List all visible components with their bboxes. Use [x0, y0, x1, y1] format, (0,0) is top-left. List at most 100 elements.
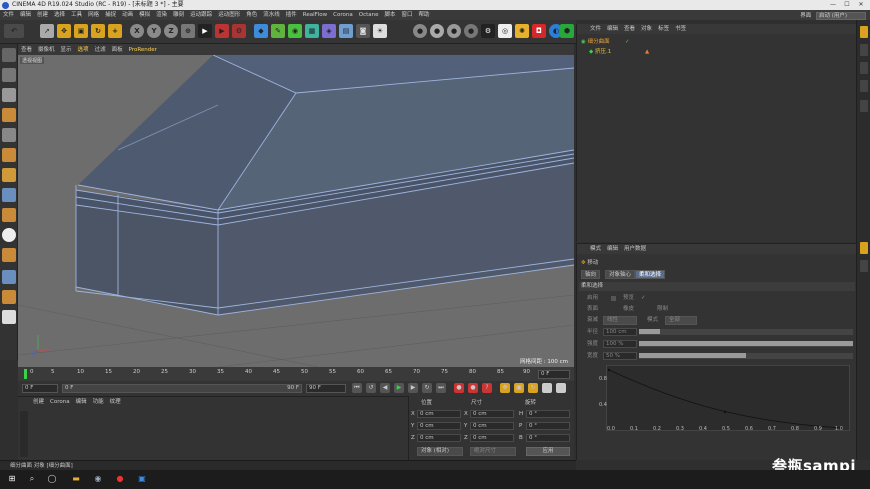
- obj-tags-menu[interactable]: 标签: [655, 26, 672, 32]
- camera-icon[interactable]: ◙: [356, 24, 370, 38]
- go-end-icon[interactable]: ⏭: [436, 383, 446, 393]
- objects-tab-icon[interactable]: [860, 26, 868, 38]
- subdivision-icon[interactable]: ◉: [288, 24, 302, 38]
- structure-tab[interactable]: [860, 62, 868, 74]
- menu-select[interactable]: 选择: [51, 10, 68, 20]
- menu-create[interactable]: 创建: [34, 10, 51, 20]
- obj-file-menu[interactable]: 文件: [587, 26, 604, 32]
- workplane-icon[interactable]: [2, 108, 16, 122]
- keyframe-selection-icon[interactable]: ?: [482, 383, 492, 393]
- octane-sphere-icon[interactable]: ●: [447, 24, 461, 38]
- layers-tab[interactable]: [860, 80, 868, 92]
- close-button[interactable]: ✕: [854, 0, 868, 10]
- obj-bookmarks-menu[interactable]: 书签: [672, 26, 689, 32]
- mat-create-menu[interactable]: 创建: [30, 399, 47, 405]
- width-field[interactable]: 50 %: [603, 352, 637, 360]
- menu-corona[interactable]: Corona: [330, 10, 356, 20]
- prev-key-icon[interactable]: ↺: [366, 383, 376, 393]
- cube-icon[interactable]: ◆: [254, 24, 268, 38]
- make-editable-icon[interactable]: [2, 48, 16, 62]
- menu-file[interactable]: 文件: [0, 10, 17, 20]
- size-z-field[interactable]: 0 cm: [470, 434, 514, 442]
- task-view-icon[interactable]: ◯: [46, 473, 58, 485]
- enable-checkbox[interactable]: [611, 296, 616, 301]
- octane-texture-icon[interactable]: ●: [464, 24, 478, 38]
- autokey-icon[interactable]: ●: [468, 383, 478, 393]
- current-frame-field[interactable]: 0 F: [22, 384, 58, 393]
- model-mode-icon[interactable]: [2, 68, 16, 82]
- render-picture-viewer-icon[interactable]: ▶: [215, 24, 229, 38]
- position-x-field[interactable]: 0 cm: [417, 410, 461, 418]
- vp-display-menu[interactable]: 显示: [58, 47, 75, 53]
- coords-mode-dropdown[interactable]: 对象 (相对): [417, 447, 463, 456]
- octane-sun-icon[interactable]: ✺: [515, 24, 529, 38]
- octane-tag-icon[interactable]: ⬢: [560, 24, 574, 38]
- octane-sky-icon[interactable]: ◎: [498, 24, 512, 38]
- file-explorer-icon[interactable]: ▬: [70, 473, 82, 485]
- light-icon[interactable]: ☀: [373, 24, 387, 38]
- octane-material-icon[interactable]: ●: [430, 24, 444, 38]
- size-x-field[interactable]: 0 cm: [470, 410, 514, 418]
- menu-render[interactable]: 渲染: [153, 10, 170, 20]
- menu-sculpt[interactable]: 雕刻: [170, 10, 187, 20]
- minimize-button[interactable]: —: [826, 0, 840, 10]
- obj-objects-menu[interactable]: 对象: [638, 26, 655, 32]
- size-mode-dropdown[interactable]: 绝对尺寸: [470, 447, 516, 456]
- array-icon[interactable]: ▦: [305, 24, 319, 38]
- timeline[interactable]: 0 5 10 15 20 25 30 35 40 45 50 55 60 65 …: [18, 367, 574, 381]
- prev-frame-icon[interactable]: ◀: [380, 383, 390, 393]
- menu-pipeline[interactable]: 流水线: [260, 10, 283, 20]
- falloff-graph[interactable]: 0.8 0.4 0.0 0.1 0.2 0.3 0.4 0.5 0.6 0.7 …: [599, 365, 850, 432]
- recorder-taskbar-icon[interactable]: ●: [114, 473, 126, 485]
- layout-value[interactable]: 启动 (用户): [816, 12, 866, 20]
- content-browser-tab[interactable]: [860, 44, 868, 56]
- falloff-dropdown[interactable]: 线性: [603, 316, 637, 325]
- attr-mode-menu[interactable]: 模式: [587, 246, 604, 252]
- position-z-field[interactable]: 0 cm: [417, 434, 461, 442]
- octane-live-icon[interactable]: ●: [413, 24, 427, 38]
- layer-tab-icon[interactable]: [860, 260, 868, 272]
- menu-mograph[interactable]: 运动图形: [215, 10, 243, 20]
- mat-edit-menu[interactable]: 编辑: [73, 399, 90, 405]
- menu-edit[interactable]: 编辑: [17, 10, 34, 20]
- menu-animate[interactable]: 动画: [119, 10, 136, 20]
- download-icon[interactable]: [2, 310, 16, 324]
- menu-octane[interactable]: Octane: [356, 10, 382, 20]
- vp-camera-menu[interactable]: 摄像机: [35, 47, 58, 53]
- deformer-icon[interactable]: ◈: [322, 24, 336, 38]
- scale-icon[interactable]: ▣: [74, 24, 88, 38]
- z-axis-icon[interactable]: Z: [164, 24, 178, 38]
- record-icon[interactable]: ●: [454, 383, 464, 393]
- next-key-icon[interactable]: ↻: [422, 383, 432, 393]
- rotate-icon[interactable]: ↻: [91, 24, 105, 38]
- position-y-field[interactable]: 0 cm: [417, 422, 461, 430]
- menu-character[interactable]: 角色: [243, 10, 260, 20]
- vp-panel-menu[interactable]: 面板: [109, 47, 126, 53]
- vp-view-menu[interactable]: 查看: [18, 47, 35, 53]
- play-icon[interactable]: ▶: [394, 383, 404, 393]
- floor-icon[interactable]: ▤: [339, 24, 353, 38]
- menu-mesh[interactable]: 网格: [85, 10, 102, 20]
- viewport-scene[interactable]: [18, 55, 574, 367]
- cinema4d-taskbar-icon[interactable]: ◉: [92, 473, 104, 485]
- undo-icon[interactable]: ↶: [4, 24, 24, 38]
- rotation-h-field[interactable]: 0 °: [526, 410, 570, 418]
- object-row[interactable]: ◆ 挤压.1 ▲: [581, 48, 851, 57]
- key-position-icon[interactable]: ✥: [500, 383, 510, 393]
- vp-options-menu[interactable]: 选项: [75, 47, 92, 53]
- radius-slider[interactable]: [639, 329, 853, 335]
- menu-plugins[interactable]: 插件: [283, 10, 300, 20]
- mat-function-menu[interactable]: 功能: [90, 399, 107, 405]
- octane-camera-icon[interactable]: ◘: [532, 24, 546, 38]
- rotation-p-field[interactable]: 0 °: [526, 422, 570, 430]
- menu-snap[interactable]: 捕捉: [102, 10, 119, 20]
- pen-icon[interactable]: ✎: [271, 24, 285, 38]
- key-scale-icon[interactable]: ▣: [514, 383, 524, 393]
- menu-help[interactable]: 帮助: [416, 10, 433, 20]
- width-slider[interactable]: [639, 353, 853, 359]
- menu-realflow[interactable]: RealFlow: [300, 10, 330, 20]
- key-param-icon[interactable]: P: [542, 383, 552, 393]
- points-mode-icon[interactable]: [2, 128, 16, 142]
- snap-icon[interactable]: [2, 228, 16, 242]
- polygons-mode-icon[interactable]: [2, 168, 16, 182]
